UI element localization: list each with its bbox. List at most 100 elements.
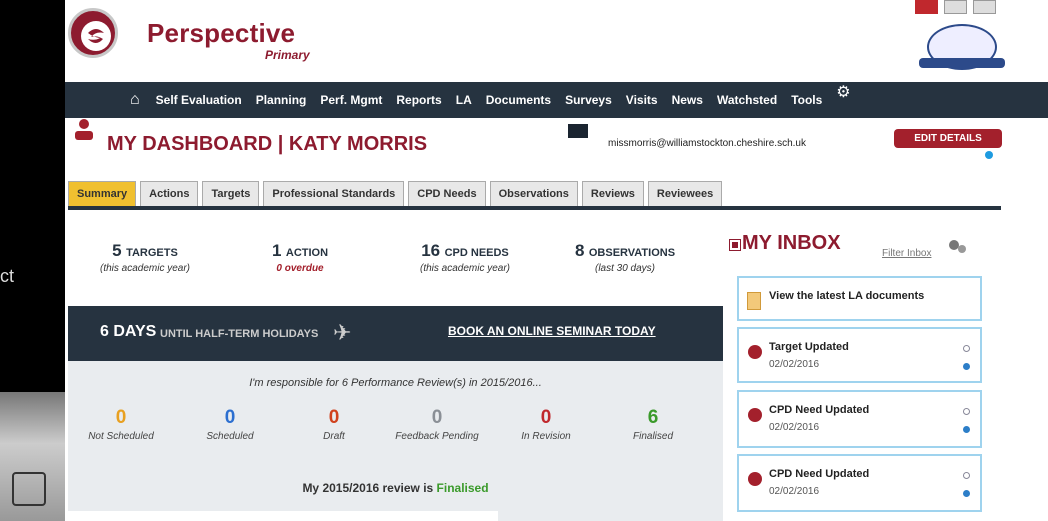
review-count: 0 — [431, 407, 443, 428]
inbox-card-title: CPD Need Updated — [769, 404, 870, 416]
perspective-app: Perspective Primary ⌂ Self Evaluation Pl… — [65, 0, 1048, 521]
dashboard-tabs: Summary Actions Targets Professional Sta… — [68, 181, 723, 207]
reviews-panel: I'm responsible for 6 Performance Review… — [68, 361, 723, 521]
user-icon — [75, 119, 93, 140]
review-not-scheduled[interactable]: 0 Not Scheduled — [71, 407, 171, 442]
my-review-finalised: Finalised — [436, 481, 489, 495]
stat-sub: (this academic year) — [419, 263, 511, 274]
inbox-card-target-updated[interactable]: Target Updated 02/02/2016 — [737, 327, 982, 383]
filter-gear-icon[interactable] — [947, 238, 967, 254]
review-label: Draft — [323, 431, 345, 442]
inbox-card-date: 02/02/2016 — [769, 486, 820, 497]
review-label: Finalised — [632, 431, 674, 442]
nav-reports[interactable]: Reports — [396, 93, 441, 107]
review-count: 0 — [540, 407, 552, 428]
my-review-prefix: My 2015/2016 review is — [302, 481, 437, 495]
brand-name: Perspective — [147, 18, 296, 48]
stat-label: ACTION — [285, 247, 329, 259]
perspective-logo[interactable] — [68, 8, 118, 58]
review-count: 0 — [115, 407, 127, 428]
stat-cpd-needs[interactable]: 16 CPD NEEDS (this academic year) — [395, 241, 535, 274]
status-dot-icon[interactable] — [963, 363, 970, 370]
tab-reviewees[interactable]: Reviewees — [647, 181, 723, 207]
nav-la[interactable]: LA — [456, 93, 472, 107]
brand-subtitle: Primary — [265, 48, 310, 62]
book-seminar-link[interactable]: BOOK AN ONLINE SEMINAR TODAY — [448, 324, 656, 338]
gear-icon[interactable]: ⚙ — [836, 82, 850, 102]
school-crest-banner — [919, 58, 1005, 68]
nav-tools[interactable]: Tools — [791, 93, 822, 107]
plane-icon: ✈ — [333, 320, 352, 345]
edit-details-button[interactable]: EDIT DETAILS — [894, 129, 1002, 148]
nav-watchsted[interactable]: Watchsted — [717, 93, 777, 107]
responsible-text: I'm responsible for 6 Performance Review… — [249, 377, 542, 389]
review-feedback-pending[interactable]: 0 Feedback Pending — [387, 407, 487, 442]
review-count: 0 — [328, 407, 340, 428]
top-button[interactable] — [944, 0, 967, 14]
tab-targets[interactable]: Targets — [202, 181, 260, 207]
inbox-card-date: 02/02/2016 — [769, 359, 820, 370]
background-fragment-text: ct — [0, 266, 15, 286]
inbox-card-title: CPD Need Updated — [769, 468, 870, 480]
review-label: Scheduled — [206, 431, 254, 442]
cursor-dot — [985, 151, 993, 159]
inbox-title: MY INBOX — [742, 232, 841, 254]
inbox-card-cpd-updated[interactable]: CPD Need Updated 02/02/2016 — [737, 390, 982, 448]
stat-number: 1 — [271, 241, 282, 260]
inbox-card-la-documents[interactable]: View the latest LA documents — [737, 276, 982, 321]
review-label: In Revision — [521, 431, 571, 442]
inbox-icon — [729, 239, 741, 251]
stat-label: CPD NEEDS — [444, 247, 509, 259]
nav-surveys[interactable]: Surveys — [565, 93, 612, 107]
nav-self-evaluation[interactable]: Self Evaluation — [156, 93, 242, 107]
stat-number: 16 — [421, 241, 441, 260]
tab-professional-standards[interactable]: Professional Standards — [263, 181, 405, 207]
top-button[interactable] — [973, 0, 996, 14]
nav-perf-mgmt[interactable]: Perf. Mgmt — [320, 93, 382, 107]
notification-icon — [748, 408, 762, 422]
user-email: missmorris@williamstockton.cheshire.sch.… — [608, 138, 806, 149]
nav-documents[interactable]: Documents — [486, 93, 551, 107]
stat-number: 8 — [574, 241, 585, 260]
tab-observations[interactable]: Observations — [489, 181, 578, 207]
tab-summary[interactable]: Summary — [68, 181, 137, 207]
stat-observations[interactable]: 8 OBSERVATIONS (last 30 days) — [555, 241, 695, 274]
banner-until: UNTIL HALF-TERM HOLIDAYS — [160, 328, 319, 340]
top-button-red[interactable] — [915, 0, 938, 14]
status-dot-icon[interactable] — [963, 408, 970, 415]
review-scheduled[interactable]: 0 Scheduled — [180, 407, 280, 442]
review-finalised[interactable]: 6 Finalised — [603, 407, 703, 442]
review-count: 6 — [647, 407, 659, 428]
stat-targets[interactable]: 5 TARGETS (this academic year) — [75, 241, 215, 274]
status-dot-icon[interactable] — [963, 426, 970, 433]
top-window-buttons — [915, 0, 996, 14]
nav-news[interactable]: News — [672, 93, 703, 107]
tab-cpd-needs[interactable]: CPD Needs — [408, 181, 486, 207]
stat-sub: (this academic year) — [99, 263, 191, 274]
holiday-banner: 6 DAYS UNTIL HALF-TERM HOLIDAYS ✈ BOOK A… — [68, 306, 723, 361]
main-nav: ⌂ Self Evaluation Planning Perf. Mgmt Re… — [65, 82, 1048, 118]
background-photo-fragment — [0, 392, 65, 521]
tab-reviews[interactable]: Reviews — [581, 181, 644, 207]
dashboard-title: MY DASHBOARD | KATY MORRIS — [107, 133, 428, 155]
review-draft[interactable]: 0 Draft — [284, 407, 384, 442]
notification-icon — [748, 345, 762, 359]
filter-inbox-link[interactable]: Filter Inbox — [882, 248, 931, 259]
review-in-revision[interactable]: 0 In Revision — [496, 407, 596, 442]
status-dot-icon[interactable] — [963, 472, 970, 479]
stat-label: TARGETS — [126, 247, 178, 259]
inbox-card-cpd-updated[interactable]: CPD Need Updated 02/02/2016 — [737, 454, 982, 512]
nav-planning[interactable]: Planning — [256, 93, 307, 107]
home-icon[interactable]: ⌂ — [130, 91, 140, 109]
tab-actions[interactable]: Actions — [140, 181, 199, 207]
banner-days: 6 DAYS — [100, 323, 157, 340]
stat-actions[interactable]: 1 ACTION 0 overdue — [240, 241, 360, 274]
logo-icon — [81, 21, 111, 51]
status-dot-icon[interactable] — [963, 490, 970, 497]
stat-number: 5 — [112, 241, 122, 260]
inbox-card-date: 02/02/2016 — [769, 422, 820, 433]
mail-icon[interactable] — [568, 124, 588, 138]
status-dot-icon[interactable] — [963, 345, 970, 352]
nav-visits[interactable]: Visits — [626, 93, 658, 107]
notification-icon — [748, 472, 762, 486]
